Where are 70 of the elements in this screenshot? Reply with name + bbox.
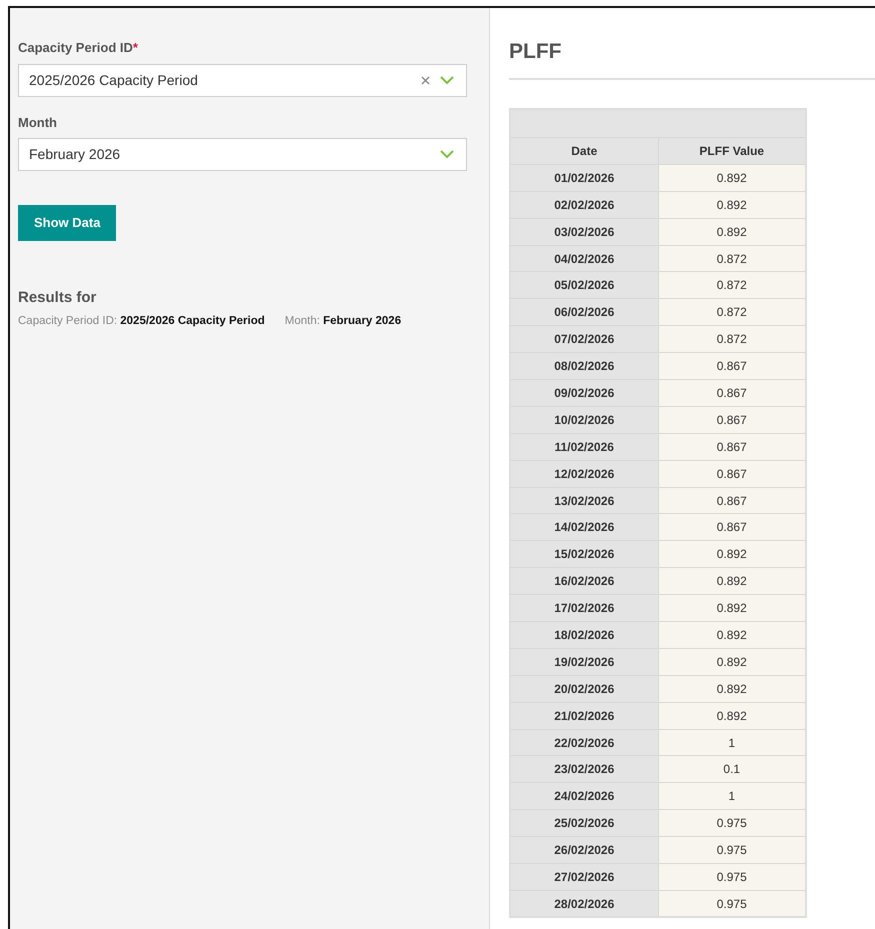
table-cell: 04/02/2026	[510, 245, 658, 272]
table-cell: 0.892	[658, 164, 806, 192]
clear-icon[interactable]	[421, 76, 430, 84]
table-cell: 01/02/2026	[510, 164, 658, 192]
table-cell: 07/02/2026	[510, 326, 658, 353]
results-title: Results for	[18, 288, 98, 308]
table-cell: 0.867	[658, 406, 806, 434]
table-cell: 0.975	[658, 810, 806, 837]
table-cell: 1	[658, 782, 806, 810]
table-cell: 02/02/2026	[510, 191, 658, 218]
result-summary: Capacity Period ID: 2025/2026 Capacity Period	[18, 314, 265, 329]
table-cell: 16/02/2026	[510, 568, 658, 595]
table-cell: 0.872	[658, 272, 806, 299]
table-cell: 03/02/2026	[510, 218, 658, 246]
show-data-button[interactable]: Show Data	[18, 205, 116, 240]
table-cell: 0.892	[658, 702, 806, 730]
table-cell: 0.892	[658, 540, 806, 568]
table-cell: 17/02/2026	[510, 594, 658, 622]
table-cell: 09/02/2026	[510, 380, 658, 406]
table-cell: 0.892	[658, 594, 806, 622]
table-cell: 0.975	[658, 890, 806, 918]
table-cell: 0.867	[658, 460, 806, 488]
table-cell: 22/02/2026	[510, 729, 658, 756]
table-cell: 0.867	[658, 514, 806, 541]
select-field[interactable]: 2025/2026 Capacity Period	[18, 64, 467, 96]
table-cell: 23/02/2026	[510, 756, 658, 783]
table-cell: 21/02/2026	[510, 702, 658, 730]
table-cell: 28/02/2026	[510, 890, 658, 918]
table-cell: 0.975	[658, 836, 806, 864]
table-cell: 0.975	[658, 864, 806, 890]
panel-title: PLFF	[509, 36, 875, 80]
table-cell: 0.892	[658, 218, 806, 246]
table-cell: 15/02/2026	[510, 540, 658, 568]
table-cell: 0.892	[658, 568, 806, 595]
table-cell: 0.892	[658, 622, 806, 648]
table-cell: 20/02/2026	[510, 675, 658, 702]
result-summary: Month: February 2026	[284, 314, 402, 329]
table-cell: 0.872	[658, 326, 806, 353]
table-cell: 10/02/2026	[510, 406, 658, 434]
table-cell: 0.872	[658, 245, 806, 272]
table-cell: 25/02/2026	[510, 810, 658, 837]
table-cell: 24/02/2026	[510, 782, 658, 810]
table-cell: 12/02/2026	[510, 460, 658, 488]
table-cell: 0.892	[658, 191, 806, 218]
column-header: Date	[510, 138, 658, 164]
table-cell: 0.872	[658, 298, 806, 326]
table-cell: 19/02/2026	[510, 648, 658, 676]
chevron-down-icon	[440, 76, 454, 84]
table-cell: 0.1	[658, 756, 806, 783]
table-cell: 18/02/2026	[510, 622, 658, 648]
table-cell: 0.867	[658, 433, 806, 460]
field-label: Month	[18, 114, 58, 132]
table-cell: 13/02/2026	[510, 487, 658, 514]
table-cell: 06/02/2026	[510, 298, 658, 326]
table-cell: 0.867	[658, 487, 806, 514]
chevron-down-icon	[440, 150, 454, 159]
table-cell: 05/02/2026	[510, 272, 658, 299]
table-cell: 0.867	[658, 352, 806, 380]
table-cell: 0.892	[658, 648, 806, 676]
table-cell: 08/02/2026	[510, 352, 658, 380]
column-header: PLFF Value	[658, 138, 806, 164]
table-cell: 27/02/2026	[510, 864, 658, 890]
table-cell: 0.892	[658, 675, 806, 702]
table-cell: 26/02/2026	[510, 836, 658, 864]
table-cell: 0.867	[658, 380, 806, 406]
table-cell: 14/02/2026	[510, 514, 658, 541]
field-label: Capacity Period ID*	[18, 39, 139, 57]
table-cell: 1	[658, 729, 806, 756]
select-field[interactable]: February 2026	[18, 138, 467, 171]
table-cell: 11/02/2026	[510, 433, 658, 460]
